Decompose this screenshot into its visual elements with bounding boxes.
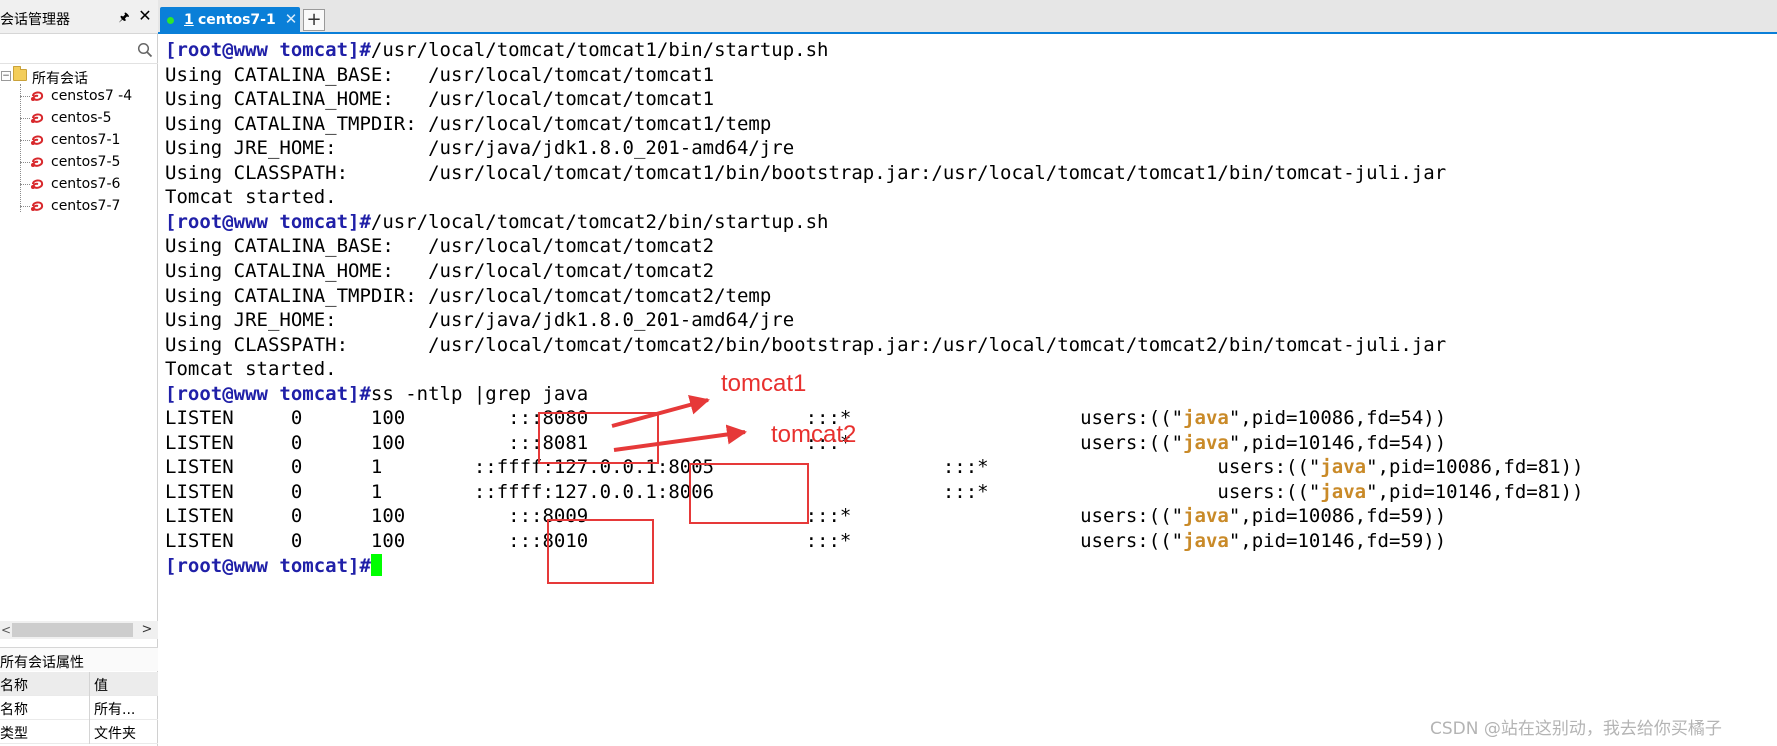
annotation-arrows — [611, 395, 747, 452]
arrow-to-tomcat1 — [611, 395, 710, 428]
arrow-to-tomcat2 — [613, 424, 747, 452]
watermark: CSDN @站在这别动，我去给你买橘子 — [1430, 719, 1722, 739]
